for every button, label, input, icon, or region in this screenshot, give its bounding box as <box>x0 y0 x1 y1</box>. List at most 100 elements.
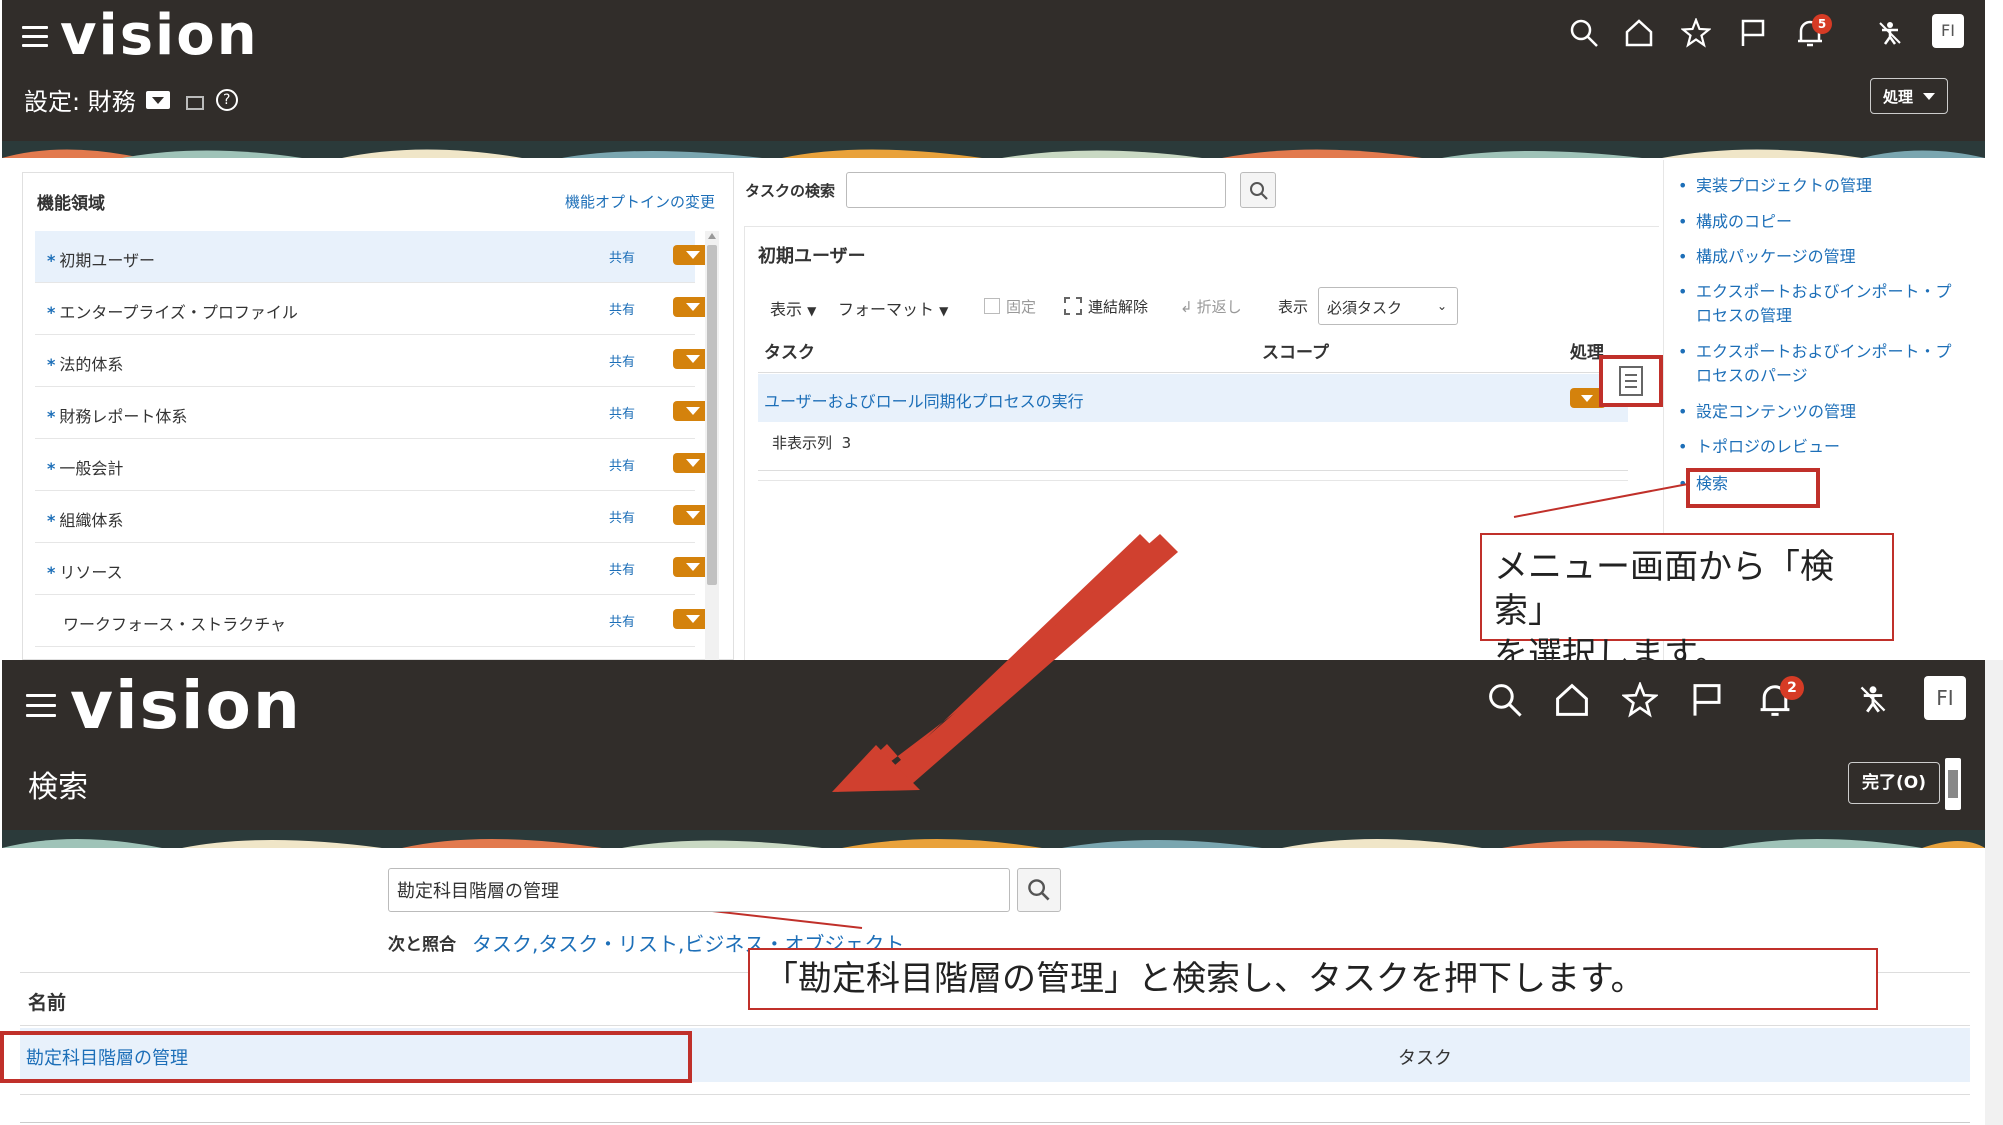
task-link[interactable]: トポロジのレビュー <box>1678 435 1966 459</box>
task-column-header[interactable]: タスク <box>764 338 815 363</box>
share-label: 共有 <box>608 563 635 578</box>
help-icon[interactable]: ? <box>215 88 238 111</box>
header-scrollbar[interactable] <box>1945 758 1961 810</box>
share-label: 共有 <box>608 459 635 474</box>
functional-area-row[interactable]: * エンタープライズ・プロファイル 共有 <box>35 283 713 335</box>
functional-area-label: * 初期ユーザー <box>47 251 156 270</box>
task-row-action-chevron-icon <box>1581 395 1593 402</box>
share-label: 共有 <box>608 251 635 266</box>
wrap-icon: ↲ <box>1180 298 1193 316</box>
scrollbar-thumb[interactable] <box>707 245 717 585</box>
functional-area-label: * 組織体系 <box>47 511 124 530</box>
share-label: 共有 <box>608 303 635 318</box>
view-menu[interactable]: 表示 ▼ <box>770 296 816 320</box>
bottom-home-icon[interactable] <box>1554 682 1590 718</box>
done-button[interactable]: 完了(O) <box>1848 762 1940 804</box>
bottom-page-title: 検索 <box>28 770 88 805</box>
bottom-decorative-banner <box>2 830 1985 848</box>
share-label: 共有 <box>608 407 635 422</box>
top-hamburger-icon[interactable] <box>22 26 50 47</box>
top-logo: vision <box>60 3 259 68</box>
search-link-highlight <box>1686 468 1820 508</box>
scroll-up-arrow-icon[interactable] <box>708 233 716 239</box>
functional-area-label: * 財務レポート体系 <box>47 407 188 426</box>
bottom-logo: vision <box>70 667 302 744</box>
task-link[interactable]: 構成のコピー <box>1678 210 1966 234</box>
share-label: 共有 <box>608 615 635 630</box>
scope-column-header[interactable]: スコープ <box>1262 338 1329 363</box>
functional-areas-scrollbar[interactable] <box>705 231 719 661</box>
top-page-title: 設定: 財務 ? <box>24 82 238 117</box>
top-user-avatar[interactable]: FI <box>1932 14 1964 48</box>
freeze-button[interactable]: 固定 <box>984 296 1036 317</box>
functional-areas-panel: 機能領域 機能オプトインの変更 * 初期ユーザー 共有 * エンタープライズ・プロフ… <box>22 172 734 661</box>
top-page-title-text: 設定: 財務 <box>24 88 136 116</box>
top-home-icon[interactable] <box>1624 18 1654 48</box>
chevron-down-icon <box>1923 92 1935 100</box>
top-flag-icon[interactable] <box>1738 18 1768 48</box>
chevron-down-icon: ⌄ <box>1436 299 1447 313</box>
results-divider <box>20 1122 1970 1123</box>
share-label: 共有 <box>608 355 635 370</box>
task-row-link[interactable]: ユーザーおよびロール同期化プロセスの実行 <box>764 388 1084 412</box>
bottom-accessibility-icon[interactable] <box>1858 684 1888 714</box>
bottom-hamburger-icon[interactable] <box>26 694 58 717</box>
page-scrollbar[interactable] <box>1985 660 2003 1125</box>
task-link[interactable]: エクスポートおよびインポート・プロセスの管理 <box>1678 280 1966 328</box>
bottom-search-icon[interactable] <box>1487 682 1523 718</box>
global-search-input[interactable] <box>388 868 1010 912</box>
search-icon <box>1028 879 1050 901</box>
bottom-favorites-icon[interactable] <box>1622 682 1658 718</box>
share-label: 共有 <box>608 511 635 526</box>
callout-line: メニュー画面から「検索」 <box>1494 547 1834 631</box>
functional-area-row[interactable]: * 組織体系 共有 <box>35 491 713 543</box>
bottom-header: vision 検索 2 FI 完了(O) <box>2 660 1985 830</box>
header-scrollbar-thumb[interactable] <box>1948 770 1958 798</box>
functional-area-row[interactable]: * 法的体系 共有 <box>35 335 713 387</box>
tasks-panel-tab[interactable] <box>1599 355 1663 407</box>
top-favorites-icon[interactable] <box>1681 18 1711 48</box>
functional-area-row[interactable]: ワークフォース・ストラクチャ 共有 <box>35 595 713 647</box>
global-search-button[interactable] <box>1017 868 1061 912</box>
search-icon <box>1250 182 1268 200</box>
results-divider <box>20 1094 1970 1095</box>
top-header: vision 設定: 財務 ? 5 FI 処理 <box>2 0 1985 141</box>
functional-area-row[interactable]: * 財務レポート体系 共有 <box>35 387 713 439</box>
format-menu[interactable]: フォーマット ▼ <box>838 296 948 320</box>
tray-icon[interactable] <box>185 95 204 110</box>
task-list-icon[interactable] <box>145 90 170 109</box>
change-opt-in-link[interactable]: 機能オプトインの変更 <box>565 191 715 212</box>
result-type: タスク <box>1398 1048 1452 1069</box>
functional-area-row[interactable]: * リソース 共有 <box>35 543 713 595</box>
top-accessibility-icon[interactable] <box>1877 20 1903 46</box>
functional-area-row[interactable]: * 一般会計 共有 <box>35 439 713 491</box>
task-link[interactable]: 設定コンテンツの管理 <box>1678 400 1966 424</box>
task-link[interactable]: 構成パッケージの管理 <box>1678 245 1966 269</box>
wrap-button[interactable]: ↲ 折返し <box>1180 296 1242 317</box>
hidden-columns-count: 3 <box>841 434 852 452</box>
bottom-flag-icon[interactable] <box>1689 682 1725 718</box>
functional-area-row[interactable]: * 初期ユーザー 共有 <box>35 231 713 283</box>
result-row-highlight <box>0 1031 692 1083</box>
functional-area-label: * エンタープライズ・プロファイル <box>47 303 298 322</box>
name-column-header[interactable]: 名前 <box>28 988 66 1015</box>
functional-areas-title: 機能領域 <box>37 194 105 214</box>
detach-button[interactable]: 連結解除 <box>1064 296 1148 317</box>
task-search-button[interactable] <box>1240 172 1276 208</box>
results-divider <box>20 1025 1970 1026</box>
top-search-icon[interactable] <box>1569 18 1599 48</box>
show-select[interactable]: 必須タスク ⌄ <box>1318 287 1458 325</box>
functional-area-label: * 法的体系 <box>47 355 124 374</box>
task-link[interactable]: エクスポートおよびインポート・プロセスのパージ <box>1678 340 1966 388</box>
show-select-value: 必須タスク <box>1327 299 1403 317</box>
top-action-button[interactable]: 処理 <box>1870 78 1948 114</box>
task-link[interactable]: 実装プロジェクトの管理 <box>1678 174 1966 198</box>
detach-icon <box>1064 297 1082 315</box>
functional-area-label: * 一般会計 <box>47 459 124 478</box>
functional-area-label: * リソース <box>47 563 123 582</box>
search-task-callout: 「勘定科目階層の管理」と検索し、タスクを押下します。 <box>748 948 1878 1010</box>
bottom-user-avatar[interactable]: FI <box>1924 676 1966 720</box>
task-search-input[interactable] <box>846 172 1226 208</box>
banner-art-icon <box>2 830 1985 848</box>
freeze-icon <box>984 298 1000 314</box>
